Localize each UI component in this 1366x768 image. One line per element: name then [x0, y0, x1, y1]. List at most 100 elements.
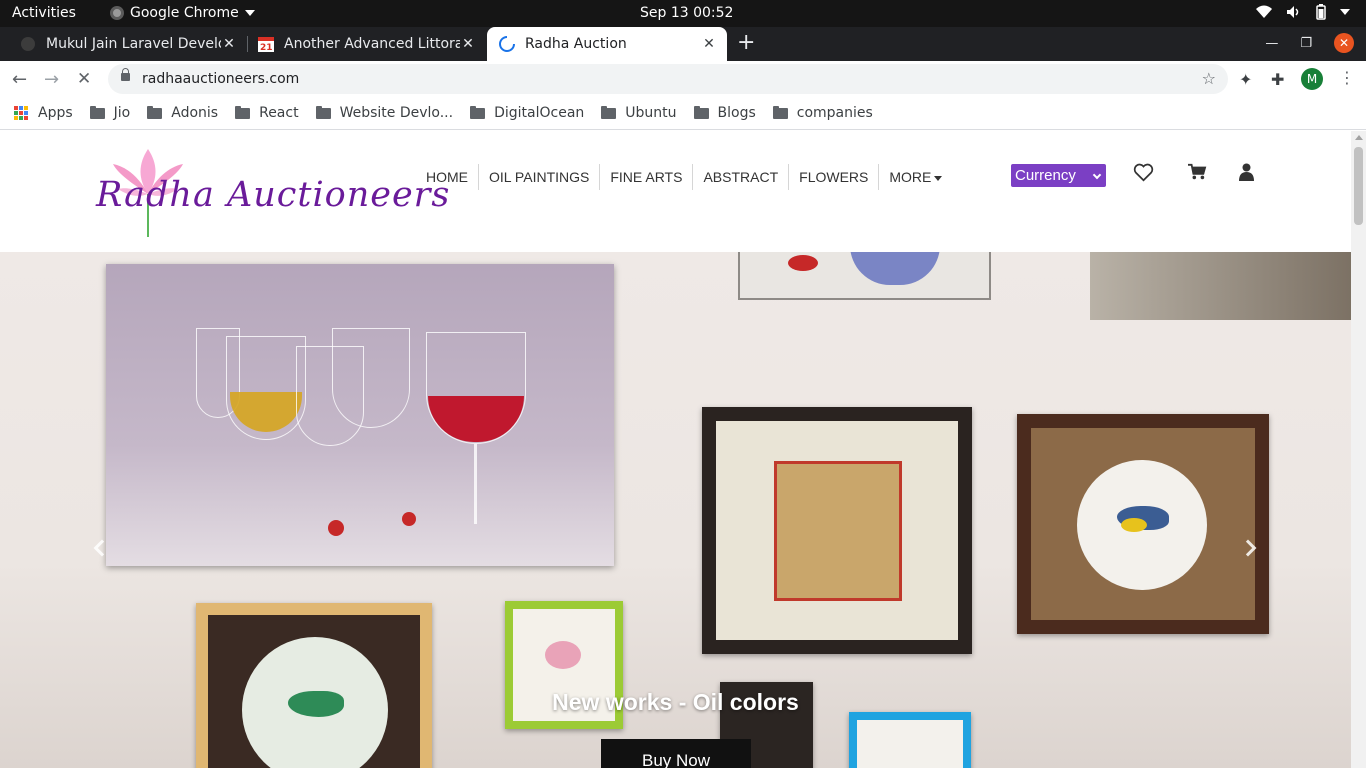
red-wine-fill: [428, 396, 524, 442]
extension-icon[interactable]: ✦: [1239, 70, 1252, 89]
forward-icon[interactable]: →: [44, 69, 59, 90]
logo-text: Radha Auctioneers: [96, 175, 451, 215]
address-bar[interactable]: radhaauctioneers.com ☆: [108, 64, 1228, 94]
framed-kingfisher-painting: [849, 712, 971, 768]
nav-oil-paintings[interactable]: OIL PAINTINGS: [478, 164, 599, 190]
folder-icon: [89, 105, 105, 119]
framed-miniature-painting: [702, 407, 972, 654]
bookmark-label: React: [259, 105, 299, 121]
extensions-puzzle-icon[interactable]: ✚: [1271, 70, 1284, 89]
window-controls: — ❐ ✕: [1265, 33, 1354, 53]
browser-toolbar: ← → ✕ radhaauctioneers.com ☆ ✦ ✚: [0, 61, 1366, 97]
user-icon[interactable]: [1239, 163, 1254, 181]
bookmark-folder-react[interactable]: React: [235, 105, 299, 121]
bookmark-folder-website-devlo[interactable]: Website Devlo...: [315, 105, 454, 121]
github-favicon-icon: [21, 37, 35, 51]
heart-icon[interactable]: [1133, 163, 1154, 182]
bookmark-label: Ubuntu: [625, 105, 677, 121]
system-menu-chevron-icon: [1340, 9, 1350, 15]
bookmark-folder-jio[interactable]: Jio: [89, 105, 130, 121]
bookmark-label: Blogs: [717, 105, 756, 121]
close-tab-icon[interactable]: ✕: [460, 36, 476, 52]
framed-bird-painting: [1017, 414, 1269, 634]
glass-stem: [474, 444, 477, 524]
folder-icon: [601, 105, 617, 119]
bookmark-label: Website Devlo...: [339, 105, 454, 121]
bookmark-folder-companies[interactable]: companies: [772, 105, 873, 121]
stop-loading-icon[interactable]: ✕: [77, 69, 91, 89]
nav-more-dropdown[interactable]: MORE: [878, 164, 952, 190]
tab-title: Radha Auction: [525, 36, 627, 52]
nav-fine-arts[interactable]: FINE ARTS: [599, 164, 692, 190]
clock[interactable]: Sep 13 00:52: [640, 5, 733, 21]
bookmark-label: Adonis: [171, 105, 219, 121]
close-tab-icon[interactable]: ✕: [221, 36, 237, 52]
nav-abstract[interactable]: ABSTRACT: [692, 164, 788, 190]
minimize-icon[interactable]: —: [1265, 36, 1278, 51]
bookmark-apps[interactable]: Apps: [14, 105, 73, 121]
nav-home[interactable]: HOME: [416, 164, 478, 190]
volume-icon: [1287, 6, 1299, 18]
bookmark-label: companies: [796, 105, 873, 121]
loading-spinner-icon: [499, 36, 515, 52]
hero-carousel[interactable]: New works - Oil colors Buy Now: [0, 252, 1351, 768]
maximize-icon[interactable]: ❐: [1300, 36, 1312, 51]
cart-icon[interactable]: [1187, 163, 1207, 181]
chrome-icon: [110, 6, 124, 20]
bookmark-folder-adonis[interactable]: Adonis: [147, 105, 218, 121]
url-text[interactable]: radhaauctioneers.com: [142, 71, 299, 87]
strawberry: [328, 520, 344, 536]
tab-title: Another Advanced Littora: [284, 36, 460, 52]
carousel-caption: New works - Oil colors: [552, 689, 799, 715]
framed-green-bird-painting: [196, 603, 432, 768]
site-header: Radha Auctioneers HOME OIL PAINTINGS FIN…: [0, 131, 1351, 252]
app-menu[interactable]: Google Chrome: [110, 5, 255, 21]
bookmark-folder-blogs[interactable]: Blogs: [693, 105, 756, 121]
bookmark-star-icon[interactable]: ☆: [1202, 69, 1216, 88]
battery-icon: [1316, 4, 1326, 20]
chevron-down-icon: [244, 10, 255, 16]
bookmark-label: DigitalOcean: [494, 105, 585, 121]
tab-radha-auction[interactable]: Radha Auction ✕: [487, 27, 727, 61]
calendar-favicon-icon: 21: [258, 37, 274, 52]
back-icon[interactable]: ←: [12, 69, 27, 90]
tab-another-advanced[interactable]: 21 Another Advanced Littora ✕: [248, 27, 486, 61]
chrome-menu-icon[interactable]: ⋮: [1339, 68, 1355, 87]
web-page: Radha Auctioneers HOME OIL PAINTINGS FIN…: [0, 131, 1351, 768]
close-window-icon[interactable]: ✕: [1334, 33, 1354, 53]
chevron-down-icon: [1092, 170, 1102, 180]
folder-icon: [772, 105, 788, 119]
currency-select[interactable]: Currency: [1011, 164, 1106, 187]
folder-icon: [315, 105, 331, 119]
tab-mukul-jain[interactable]: Mukul Jain Laravel Develo ✕: [0, 27, 247, 61]
painting-strawberries-top: [738, 252, 991, 300]
wifi-icon: [1256, 5, 1272, 18]
close-tab-icon[interactable]: ✕: [701, 36, 717, 52]
app-name: Google Chrome: [130, 5, 239, 21]
tab-title: Mukul Jain Laravel Develo: [46, 36, 221, 52]
bookmark-folder-ubuntu[interactable]: Ubuntu: [601, 105, 677, 121]
bookmark-folder-digitalocean[interactable]: DigitalOcean: [470, 105, 584, 121]
currency-label: Currency: [1015, 167, 1076, 184]
page-scrollbar[interactable]: [1351, 131, 1366, 768]
main-navigation: HOME OIL PAINTINGS FINE ARTS ABSTRACT FL…: [416, 164, 952, 190]
activities-button[interactable]: Activities: [12, 5, 76, 21]
profile-avatar[interactable]: M: [1301, 68, 1323, 90]
strawberry: [402, 512, 416, 526]
svg-text:21: 21: [260, 43, 273, 52]
nav-flowers[interactable]: FLOWERS: [788, 164, 878, 190]
buy-now-button[interactable]: Buy Now: [601, 739, 751, 768]
folder-icon: [693, 105, 709, 119]
scroll-up-arrow-icon[interactable]: [1355, 135, 1363, 140]
lock-icon[interactable]: [121, 68, 130, 81]
tab-strip: Mukul Jain Laravel Develo ✕ 21 Another A…: [0, 27, 1366, 61]
nav-more-label: MORE: [889, 169, 932, 185]
glass-shape: [332, 328, 410, 428]
system-tray[interactable]: [1256, 4, 1350, 20]
new-tab-button[interactable]: +: [737, 30, 755, 55]
site-logo[interactable]: Radha Auctioneers: [92, 139, 449, 239]
system-top-bar: Activities Google Chrome Sep 13 00:52: [0, 0, 1366, 27]
painting-top-right: [1090, 252, 1351, 320]
folder-icon: [470, 105, 486, 119]
scrollbar-thumb[interactable]: [1354, 147, 1363, 225]
